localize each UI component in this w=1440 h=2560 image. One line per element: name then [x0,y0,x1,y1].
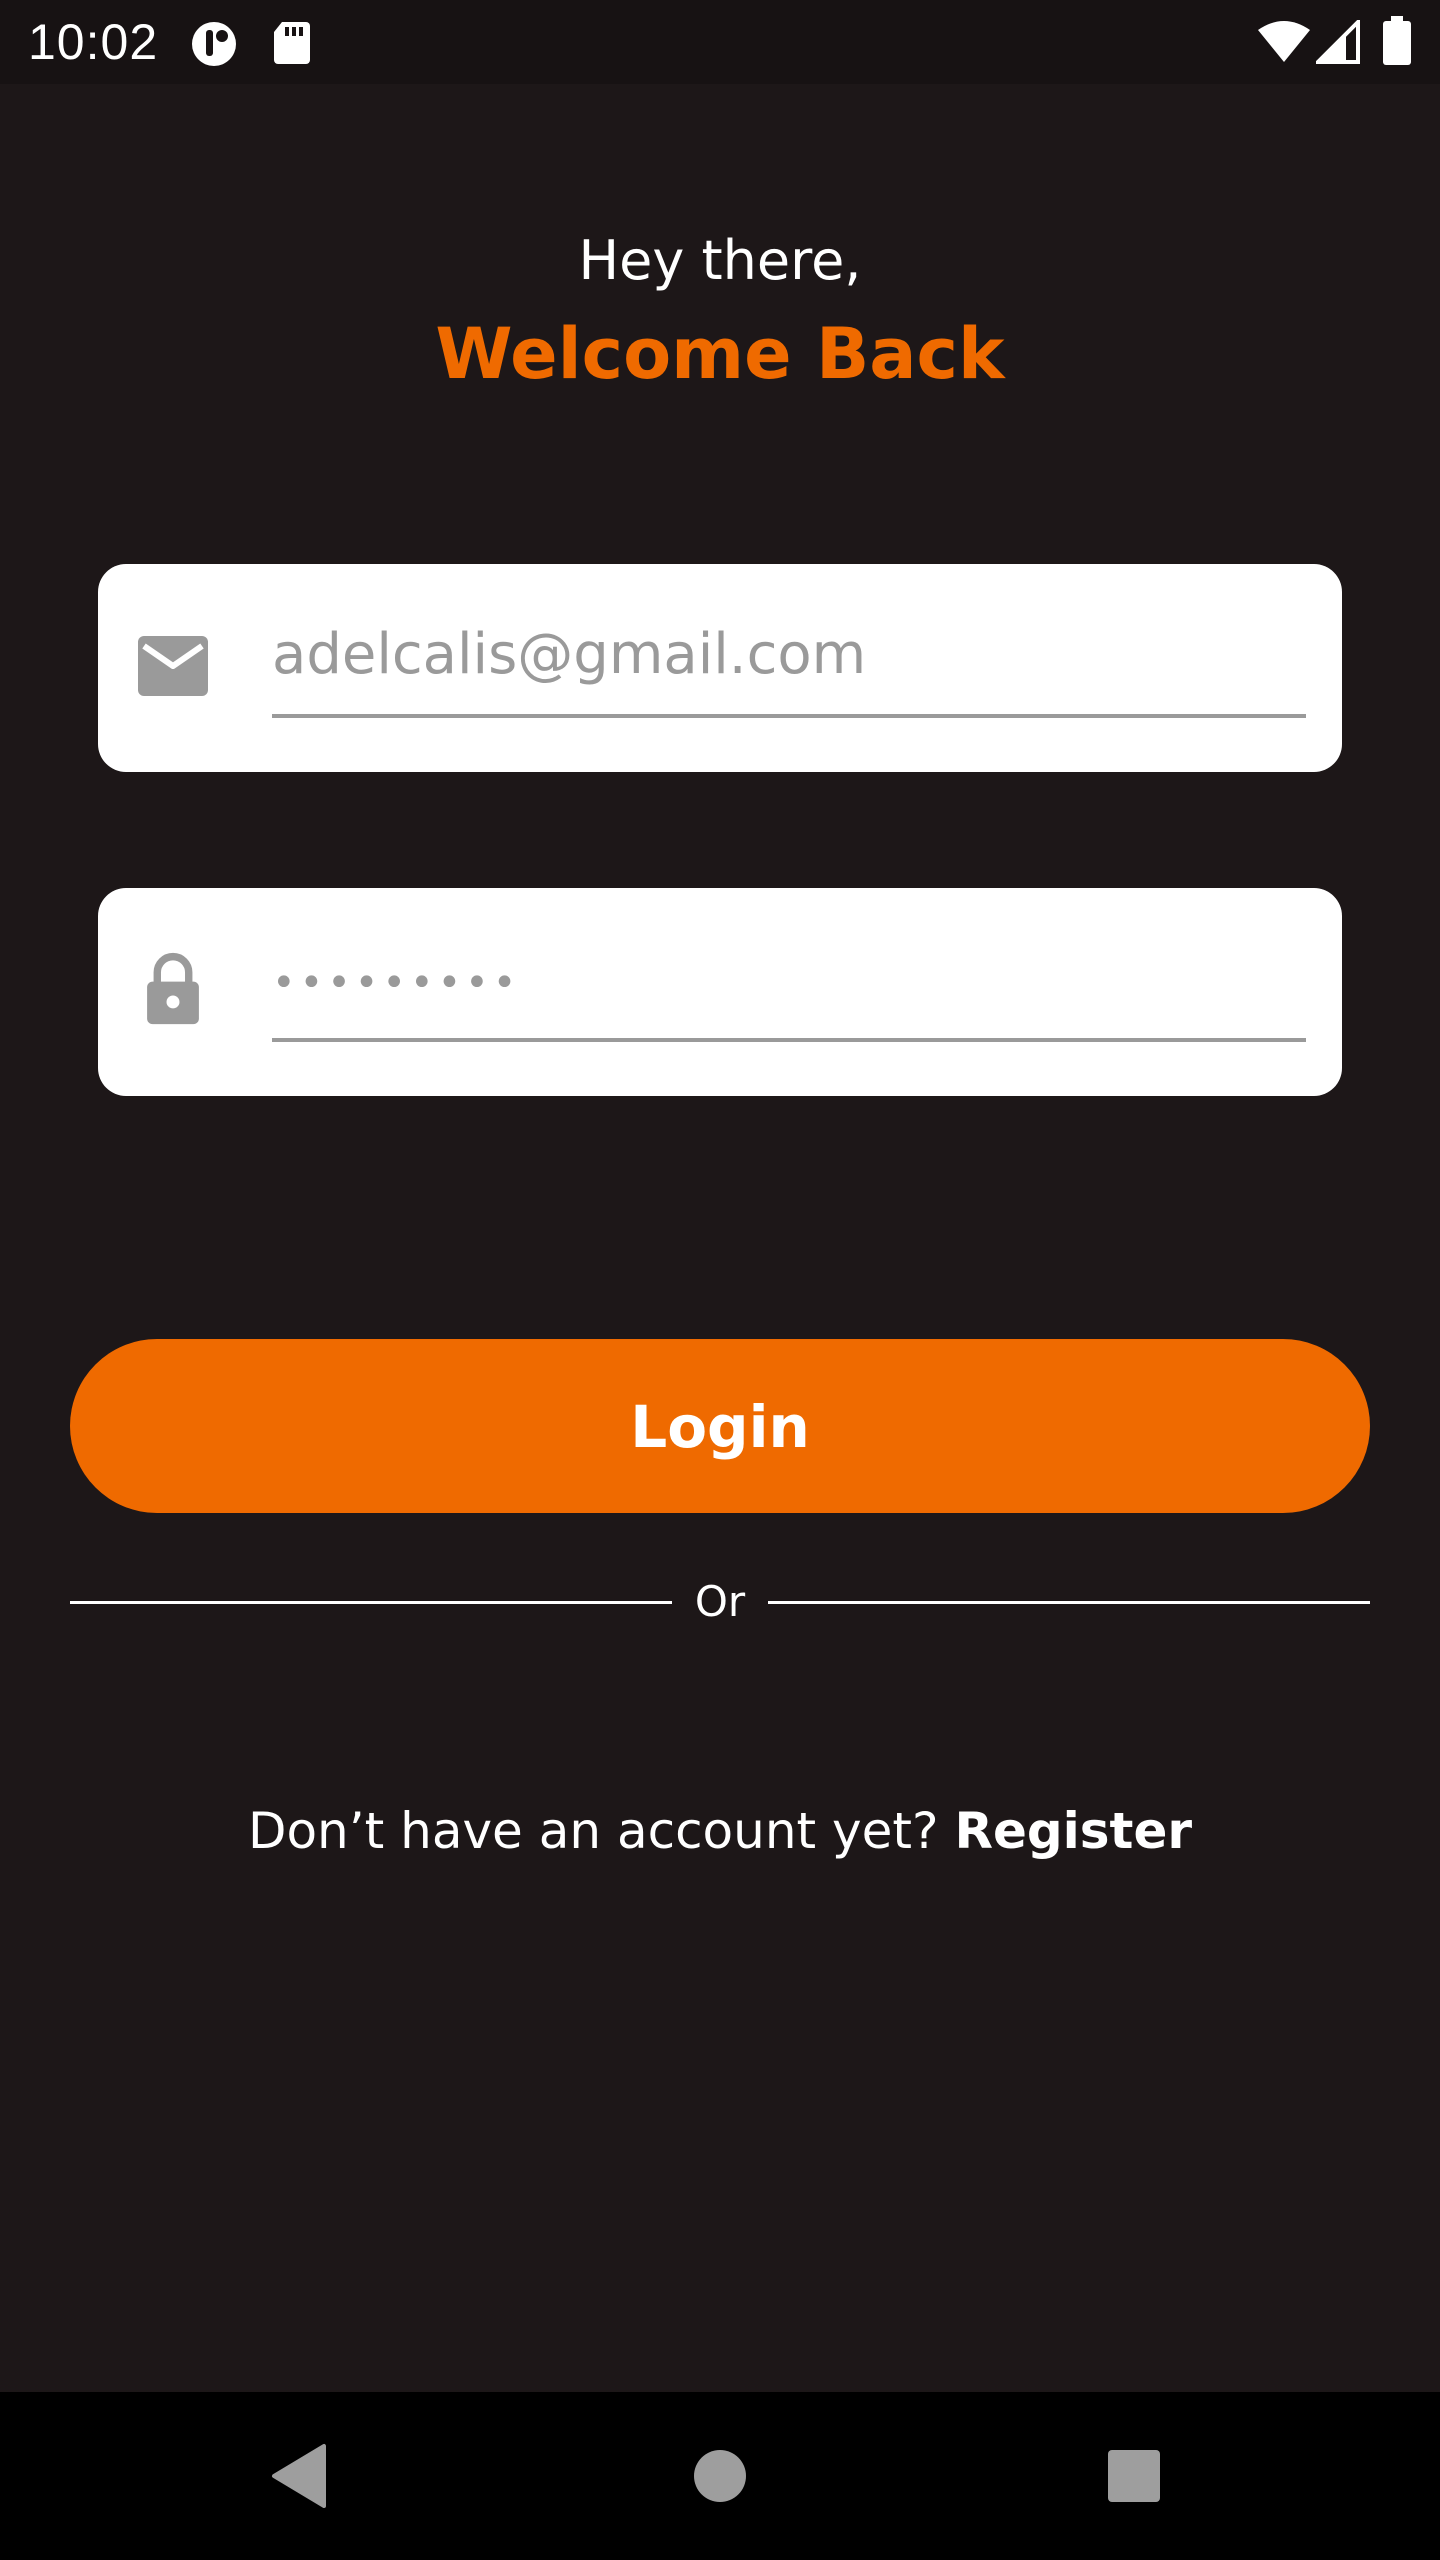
lock-icon [147,953,199,1025]
divider-or-text: Or [694,1577,746,1626]
sd-card-icon [274,22,310,64]
status-time: 10:02 [28,14,159,70]
battery-icon [1383,16,1411,65]
recents-icon[interactable] [1092,2434,1176,2518]
email-input[interactable] [272,594,1306,718]
login-button[interactable]: Login [70,1339,1370,1513]
greeting-text: Hey there, [578,229,862,292]
password-input[interactable]: ••••••••• [272,918,1306,1042]
divider-line-right [768,1601,1370,1604]
back-icon[interactable] [258,2434,342,2518]
divider-line-left [70,1601,672,1604]
login-screen: 10:02 Hey there, Welcome Back adelcalis@… [0,0,1440,2560]
page-title: Welcome Back [435,313,1005,395]
register-prompt: Don’t have an account yet? [247,1802,939,1860]
notification-app-icon [192,22,236,66]
wifi-icon [1258,21,1310,62]
navigation-bar [0,2392,1440,2560]
register-link[interactable]: Register [954,1802,1192,1860]
status-bar: 10:02 [0,0,1440,84]
password-field-card: ••••••••• [98,888,1342,1096]
signal-icon [1316,20,1360,64]
mail-icon [138,636,208,696]
home-icon[interactable] [678,2434,762,2518]
email-field-card [98,564,1342,772]
register-row: Don’t have an account yet? Register [0,1796,1440,1866]
